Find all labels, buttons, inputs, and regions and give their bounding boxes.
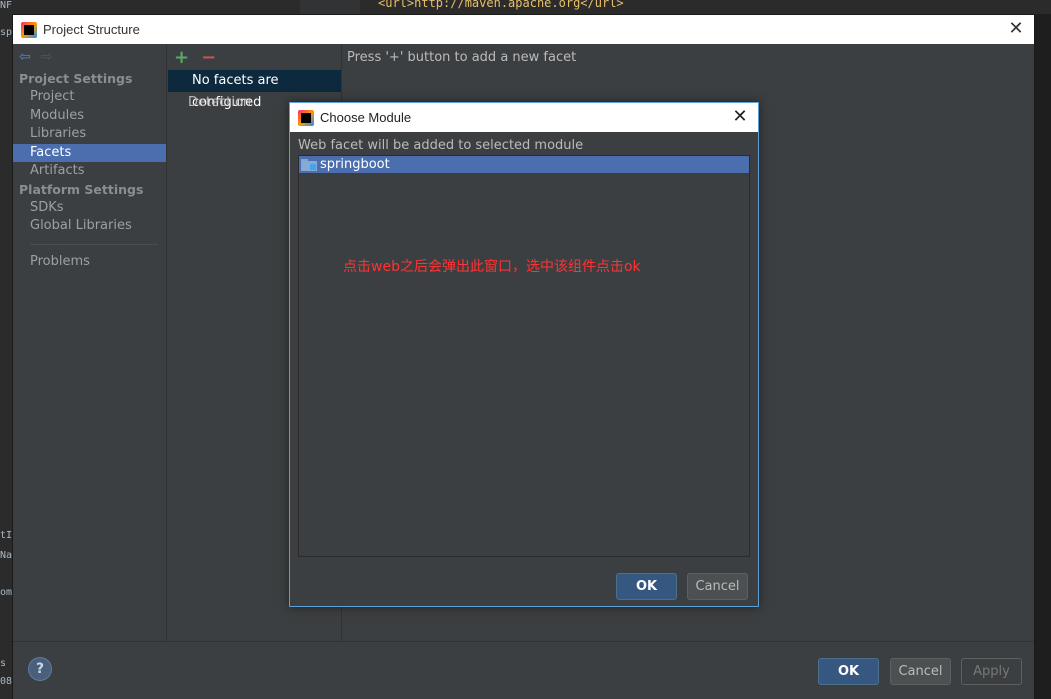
annotation-text: 点击web之后会弹出此窗口，选中该组件点击ok <box>343 259 641 275</box>
bg-fragment: sp <box>0 27 12 38</box>
ok-button[interactable]: OK <box>818 658 879 685</box>
intellij-app-icon <box>21 21 37 38</box>
remove-icon[interactable]: − <box>201 47 216 68</box>
dialog-button-bar: ? OK Cancel Apply <box>13 641 1034 699</box>
project-settings-header: Project Settings <box>19 71 133 86</box>
sidebar-item-artifacts[interactable]: Artifacts <box>13 162 166 181</box>
sidebar-item-facets[interactable]: Facets <box>13 143 166 162</box>
sidebar-item-project[interactable]: Project <box>13 88 166 107</box>
sidebar-divider <box>30 243 158 245</box>
module-name: springboot <box>320 157 390 172</box>
sidebar-item-libraries[interactable]: Libraries <box>13 125 166 144</box>
module-list[interactable]: springboot 点击web之后会弹出此窗口，选中该组件点击ok <box>298 155 750 557</box>
sidebar-item-sdks[interactable]: SDKs <box>13 199 166 218</box>
add-facet-hint: Press '+' button to add a new facet <box>347 50 577 65</box>
bg-fragment: 08 <box>0 676 12 687</box>
platform-settings-header: Platform Settings <box>19 181 144 197</box>
sidebar-item-global-libraries[interactable]: Global Libraries <box>13 217 166 236</box>
bg-fragment: om <box>0 587 12 598</box>
bg-fragment: Na <box>0 550 12 561</box>
sidebar-item-modules[interactable]: Modules <box>13 107 166 126</box>
facets-toolbar: + − <box>168 44 341 70</box>
window-close-icon[interactable]: ✕ <box>1006 19 1026 39</box>
editor-gutter <box>300 0 360 14</box>
settings-sidebar: ⇦ ⇨ Project Settings Project Modules Lib… <box>13 44 167 641</box>
modal-close-icon[interactable]: ✕ <box>730 107 750 127</box>
window-titlebar: Project Structure ✕ <box>13 15 1034 44</box>
sidebar-item-problems[interactable]: Problems <box>13 253 166 272</box>
module-item-springboot[interactable]: springboot <box>299 156 749 173</box>
help-icon[interactable]: ? <box>28 657 52 681</box>
modal-ok-button[interactable]: OK <box>616 573 677 600</box>
facets-empty-message[interactable]: No facets are configured <box>168 70 341 110</box>
add-icon[interactable]: + <box>174 47 189 68</box>
editor-code-line: <url>http://maven.apache.org</url> <box>378 0 624 10</box>
right-background <box>1035 14 1051 699</box>
bg-fragment: tI <box>0 530 12 541</box>
forward-arrow-icon[interactable]: ⇨ <box>41 49 53 65</box>
choose-module-dialog: Choose Module ✕ Web facet will be added … <box>289 102 759 607</box>
intellij-app-icon <box>298 109 314 126</box>
bg-fragment: NF <box>0 0 12 11</box>
bg-fragment: s <box>0 658 7 669</box>
modal-title: Choose Module <box>320 110 412 125</box>
back-arrow-icon[interactable]: ⇦ <box>19 49 31 65</box>
modal-instruction: Web facet will be added to selected modu… <box>298 138 584 153</box>
modal-cancel-button[interactable]: Cancel <box>687 573 748 600</box>
cancel-button[interactable]: Cancel <box>890 658 951 685</box>
module-folder-icon <box>301 158 317 171</box>
apply-button[interactable]: Apply <box>961 658 1022 685</box>
window-title: Project Structure <box>43 22 140 37</box>
nav-arrows: ⇦ ⇨ <box>13 44 166 70</box>
modal-titlebar: Choose Module ✕ <box>290 103 758 132</box>
